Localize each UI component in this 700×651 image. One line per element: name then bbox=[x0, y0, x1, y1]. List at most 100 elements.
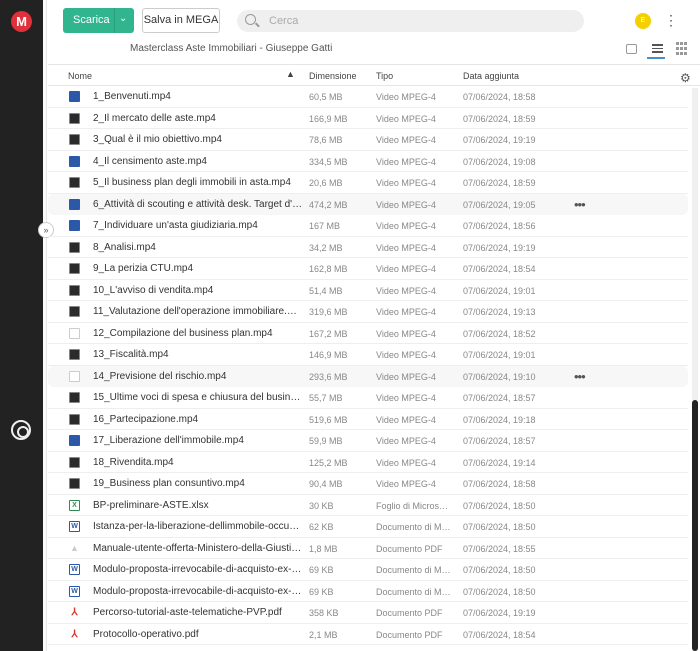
column-name[interactable]: Nome bbox=[68, 71, 92, 81]
file-size: 69 KB bbox=[309, 565, 334, 575]
table-row[interactable]: 5_Il business plan degli immobili in ast… bbox=[48, 172, 688, 194]
file-name: 8_Analisi.mp4 bbox=[93, 241, 156, 253]
table-row[interactable]: 17_Liberazione dell'immobile.mp4 59,9 MB V… bbox=[48, 430, 688, 452]
column-type[interactable]: Tipo bbox=[376, 71, 393, 81]
table-row[interactable]: ⅄ Percorso-tutorial-aste-telematiche-PVP.… bbox=[48, 602, 688, 624]
video-file-icon bbox=[69, 392, 80, 403]
table-row[interactable]: W Istanza-per-la-liberazione-dellimmobile… bbox=[48, 516, 688, 538]
grid-view-icon[interactable] bbox=[676, 42, 688, 56]
file-size: 1,8 MB bbox=[309, 543, 338, 554]
row-more-icon[interactable]: ••• bbox=[574, 369, 586, 384]
file-date: 07/06/2024, 19:14 bbox=[463, 457, 536, 468]
file-date: 07/06/2024, 18:50 bbox=[463, 500, 536, 511]
file-size: 474,2 MB bbox=[309, 199, 348, 210]
video-file-icon bbox=[69, 306, 80, 317]
file-size: 69 KB bbox=[309, 586, 334, 597]
table-row[interactable]: ⅄ Protocollo-operativo.pdf 2,1 MB Documento… bbox=[48, 624, 688, 645]
table-row[interactable]: 2_Il mercato delle aste.mp4 166,9 MB Video… bbox=[48, 108, 688, 129]
file-date: 07/06/2024, 18:58 bbox=[463, 92, 536, 102]
file-size: 59,9 MB bbox=[309, 436, 343, 446]
file-size: 167 MB bbox=[309, 221, 341, 231]
save-to-mega-button[interactable]: Salva in MEGA bbox=[142, 8, 220, 33]
table-row[interactable]: 12_Compilazione del business plan.mp4 167… bbox=[48, 323, 688, 344]
table-row[interactable]: 15_Ultime voci di spesa e chiusura del b… bbox=[48, 387, 688, 409]
table-row[interactable]: 1_Benvenuti.mp4 60,5 MB Video MPEG-4 07/06/… bbox=[48, 86, 688, 108]
column-settings-icon[interactable]: ⚙ bbox=[680, 71, 691, 85]
table-row[interactable]: 4_Il censimento aste.mp4 334,5 MB Video MP… bbox=[48, 151, 688, 172]
top-toolbar: Scarica ⌄ Salva in MEGA E ⋮ bbox=[48, 0, 700, 40]
table-row[interactable]: 3_Qual è il mio obiettivo.mp4 78,6 MB Vide… bbox=[48, 129, 688, 151]
file-name: 3_Qual è il mio obiettivo.mp4 bbox=[93, 134, 222, 145]
file-date: 07/06/2024, 19:10 bbox=[463, 371, 536, 382]
file-name: Manuale-utente-offerta-Ministero-della-G… bbox=[93, 542, 303, 554]
video-file-icon bbox=[69, 198, 80, 210]
mega-app: M » Scarica ⌄ Salva in MEGA E ⋮ Mastercl… bbox=[0, 0, 700, 651]
table-row[interactable]: 16_Partecipazione.mp4 519,6 MB Video MPEG-… bbox=[48, 409, 688, 430]
sort-asc-icon[interactable]: ▲ bbox=[286, 69, 295, 79]
video-file-icon bbox=[69, 155, 80, 167]
table-row[interactable]: 6_Attività di scouting e attività desk. … bbox=[48, 193, 688, 215]
mega-logo-icon[interactable]: M bbox=[11, 11, 32, 32]
table-row[interactable]: 13_Fiscalità.mp4 146,9 MB Video MPEG-4 07/0… bbox=[48, 344, 688, 366]
table-row[interactable]: W Modulo-proposta-irrevocabile-di-acquist… bbox=[48, 559, 688, 581]
file-type: Video MPEG-4 bbox=[376, 371, 436, 382]
file-name: Istanza-per-la-liberazione-dellimmobile-… bbox=[93, 521, 303, 532]
avatar[interactable]: E bbox=[635, 13, 651, 29]
download-button[interactable]: Scarica ⌄ bbox=[63, 8, 134, 33]
file-size: 519,6 MB bbox=[309, 414, 348, 425]
file-name: 13_Fiscalità.mp4 bbox=[93, 349, 169, 360]
file-size: 51,4 MB bbox=[309, 285, 343, 296]
file-type: Video MPEG-4 bbox=[376, 199, 436, 210]
file-size: 167,2 MB bbox=[309, 328, 348, 339]
file-type: Video MPEG-4 bbox=[376, 92, 436, 102]
file-size: 125,2 MB bbox=[309, 457, 348, 468]
video-file-icon bbox=[69, 241, 80, 253]
video-file-icon bbox=[69, 177, 80, 188]
pdf-file-icon: ▲ bbox=[69, 542, 80, 554]
file-type: Foglio di Microsoft Excel bbox=[376, 500, 452, 511]
file-size: 162,8 MB bbox=[309, 264, 348, 274]
search-input[interactable] bbox=[269, 14, 569, 28]
row-more-icon[interactable]: ••• bbox=[574, 197, 586, 212]
scrollbar-thumb[interactable] bbox=[692, 400, 698, 651]
list-view-icon[interactable] bbox=[651, 42, 665, 56]
file-type: Video MPEG-4 bbox=[376, 135, 436, 145]
search-bar[interactable] bbox=[237, 10, 584, 32]
more-options-icon[interactable]: ⋮ bbox=[664, 10, 678, 30]
left-sidebar: M bbox=[0, 0, 43, 651]
file-date: 07/06/2024, 18:52 bbox=[463, 328, 536, 339]
file-date: 07/06/2024, 19:18 bbox=[463, 414, 536, 425]
pdf-file-icon: ⅄ bbox=[69, 607, 80, 618]
table-row[interactable]: 9_La perizia CTU.mp4 162,8 MB Video MPEG-4… bbox=[48, 258, 688, 280]
file-date: 07/06/2024, 19:19 bbox=[463, 608, 536, 618]
word-file-icon: W bbox=[69, 521, 80, 532]
table-row[interactable]: W Modulo-proposta-irrevocabile-di-acquist… bbox=[48, 581, 688, 602]
table-row[interactable]: 10_L'avviso di vendita.mp4 51,4 MB Video M… bbox=[48, 280, 688, 301]
scrollbar[interactable] bbox=[692, 88, 698, 651]
table-row[interactable]: 14_Previsione del rischio.mp4 293,6 MB Vid… bbox=[48, 365, 688, 387]
table-row[interactable]: 7_Individuare un'asta giudiziaria.mp4 167… bbox=[48, 215, 688, 237]
table-row[interactable]: ▲ Manuale-utente-offerta-Ministero-della-… bbox=[48, 538, 688, 559]
file-date: 07/06/2024, 19:01 bbox=[463, 350, 536, 360]
thumbnail-view-icon[interactable] bbox=[626, 44, 637, 54]
file-size: 62 KB bbox=[309, 522, 334, 532]
table-row[interactable]: 19_Business plan consuntivo.mp4 90,4 MB Vi… bbox=[48, 473, 688, 495]
chevron-down-icon[interactable]: ⌄ bbox=[119, 13, 127, 24]
table-row[interactable]: 11_Valutazione dell'operazione immobilia… bbox=[48, 301, 688, 323]
excel-file-icon: X bbox=[69, 499, 80, 511]
file-type: Video MPEG-4 bbox=[376, 457, 436, 468]
file-type: Documento PDF bbox=[376, 629, 443, 640]
sync-icon[interactable] bbox=[11, 420, 31, 440]
file-type: Video MPEG-4 bbox=[376, 350, 436, 360]
file-size: 30 KB bbox=[309, 500, 334, 511]
column-date[interactable]: Data aggiunta bbox=[463, 71, 519, 81]
file-name: 19_Business plan consuntivo.mp4 bbox=[93, 478, 245, 489]
video-file-icon bbox=[69, 220, 80, 231]
file-type: Video MPEG-4 bbox=[376, 414, 436, 425]
table-row[interactable]: 8_Analisi.mp4 34,2 MB Video MPEG-4 07/06/20… bbox=[48, 237, 688, 258]
column-size[interactable]: Dimensione bbox=[309, 71, 357, 81]
file-date: 07/06/2024, 18:59 bbox=[463, 113, 536, 124]
table-row[interactable]: X BP-preliminare-ASTE.xlsx 30 KB Foglio di … bbox=[48, 495, 688, 516]
file-name: 5_Il business plan degli immobili in ast… bbox=[93, 177, 291, 188]
table-row[interactable]: 18_Rivendita.mp4 125,2 MB Video MPEG-4 07/0… bbox=[48, 452, 688, 473]
